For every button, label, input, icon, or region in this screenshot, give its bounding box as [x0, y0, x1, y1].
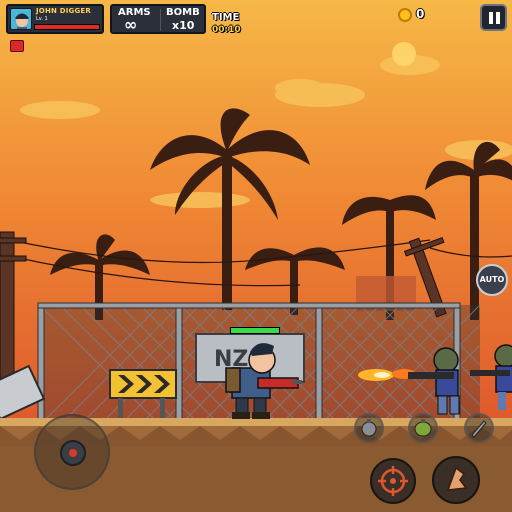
infinity-icon: ∞: [124, 15, 138, 34]
bomb-label: BOMB: [166, 7, 200, 18]
fire-button[interactable]: [370, 458, 416, 504]
coin-count: 0: [416, 7, 425, 21]
movement-joystick[interactable]: [34, 414, 110, 490]
buff-icon: [10, 40, 24, 52]
portrait-icon: [10, 8, 32, 30]
grenade-icon: [414, 419, 432, 437]
joystick-knob[interactable]: [60, 440, 86, 466]
pause-button[interactable]: [480, 4, 507, 31]
time-label: TIME: [212, 12, 240, 23]
game-stage: NZ JOHN DIGGER Lv. 1 ARMS ∞ BOMB x10 TIM…: [0, 0, 512, 512]
knife-icon: [471, 420, 487, 438]
player-status-panel: JOHN DIGGER Lv. 1: [6, 4, 104, 34]
player-hp-fill: [35, 25, 99, 29]
grenade-icon: [361, 419, 377, 437]
weapons-panel[interactable]: ARMS ∞ BOMB x10: [110, 4, 206, 34]
jump-icon: [446, 466, 468, 491]
jump-button[interactable]: [432, 456, 480, 504]
player-name: JOHN DIGGER: [36, 7, 91, 15]
grenade-slot-button[interactable]: [354, 413, 384, 443]
player-overhead-hp-fill: [231, 328, 279, 333]
player-overhead-hp-bar: [230, 327, 280, 334]
coin-icon: [398, 8, 412, 22]
auto-label: AUTO: [479, 275, 505, 284]
time-value: 00:10: [212, 25, 241, 35]
bomb-slot-button[interactable]: [408, 413, 438, 443]
auto-button[interactable]: AUTO: [476, 264, 508, 296]
player-level: Lv. 1: [36, 16, 48, 22]
player-hp-bar: [34, 24, 100, 30]
melee-slot-button[interactable]: [464, 413, 494, 443]
divider: [160, 9, 161, 31]
sun: [392, 42, 416, 66]
crosshair-icon: [378, 466, 408, 496]
bomb-count: x10: [172, 19, 195, 32]
